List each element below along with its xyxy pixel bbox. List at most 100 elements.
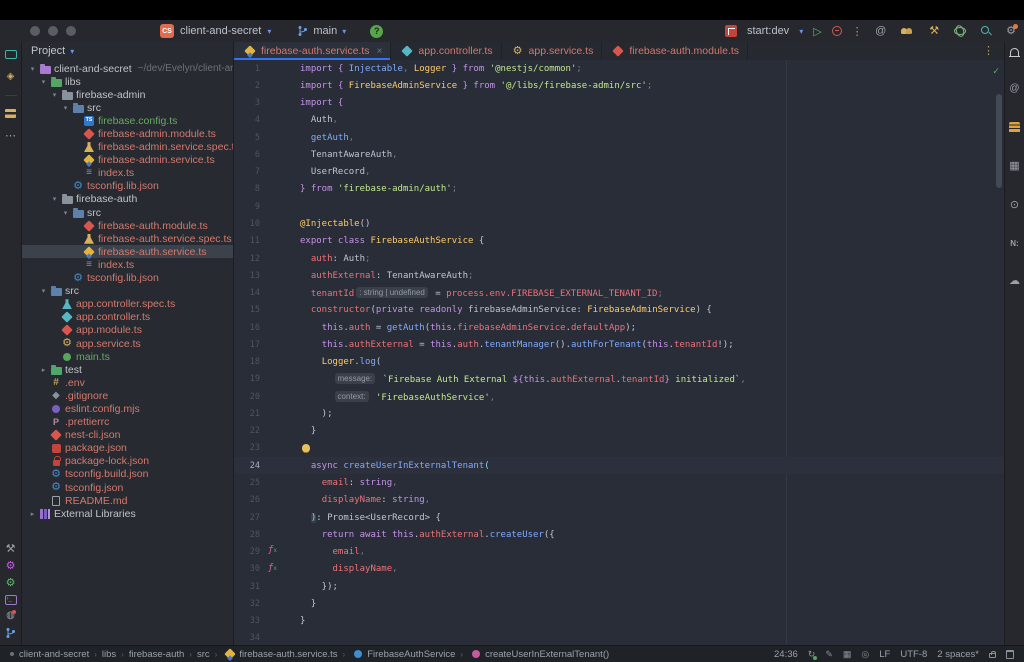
- tree-item[interactable]: ⚙tsconfig.build.json: [22, 468, 233, 481]
- tree-item[interactable]: package.json: [22, 442, 233, 455]
- breadcrumb-item[interactable]: firebase-auth.service.ts: [222, 648, 337, 660]
- help-icon[interactable]: ?: [370, 25, 383, 38]
- code-line[interactable]: 10@Injectable(): [234, 215, 1004, 232]
- related-symbol-icon[interactable]: ƒx: [268, 545, 277, 555]
- chevron-down-icon[interactable]: ▾: [799, 27, 803, 36]
- run-config-name[interactable]: start:dev: [747, 25, 789, 37]
- line-separator[interactable]: LF: [879, 649, 890, 660]
- tree-item[interactable]: ▾src: [22, 206, 233, 219]
- chevron-right-icon[interactable]: ▸: [39, 366, 48, 374]
- code-line[interactable]: 22 }: [234, 423, 1004, 440]
- editor-tab[interactable]: firebase-auth.module.ts: [602, 42, 748, 60]
- code-line[interactable]: 15 constructor(private readonly firebase…: [234, 302, 1004, 319]
- code-line[interactable]: 16 this.auth = getAuth(this.firebaseAdmi…: [234, 319, 1004, 336]
- close-window-icon[interactable]: [30, 26, 40, 36]
- code-line[interactable]: 5 getAuth,: [234, 129, 1004, 146]
- copyright-icon[interactable]: ◎: [861, 650, 869, 659]
- code-line[interactable]: 12 auth: Auth;: [234, 250, 1004, 267]
- database-tool-icon[interactable]: [1009, 122, 1020, 133]
- editor-tab[interactable]: firebase-auth.service.ts×: [234, 42, 391, 60]
- columns-icon[interactable]: ▦: [843, 650, 852, 659]
- tree-item[interactable]: #.env: [22, 376, 233, 389]
- code-line[interactable]: 20 context: 'FirebaseAuthService',: [234, 388, 1004, 405]
- tree-item[interactable]: ▾src: [22, 285, 233, 298]
- indent-style[interactable]: 2 spaces*: [937, 649, 979, 660]
- code-line[interactable]: 11export class FirebaseAuthService {: [234, 233, 1004, 250]
- code-line[interactable]: 8} from 'firebase-admin/auth';: [234, 181, 1004, 198]
- tree-item[interactable]: ▾libs: [22, 75, 233, 88]
- zoom-window-icon[interactable]: [66, 26, 76, 36]
- tree-item[interactable]: ▸External Libraries: [22, 507, 233, 520]
- tree-item[interactable]: ▾firebase-admin: [22, 88, 233, 101]
- minimize-window-icon[interactable]: [48, 26, 58, 36]
- tree-item[interactable]: firebase-admin.module.ts: [22, 127, 233, 140]
- services-tool-icon[interactable]: ⚙: [6, 561, 16, 572]
- branch-widget[interactable]: main ▾: [297, 25, 346, 37]
- profiler-atom-icon[interactable]: [954, 25, 966, 37]
- caret-position[interactable]: 24:36: [774, 649, 798, 660]
- tree-item[interactable]: app.controller.ts: [22, 311, 233, 324]
- code-line[interactable]: 1import { Injectable, Logger } from '@ne…: [234, 60, 1004, 77]
- chevron-down-icon[interactable]: ▾: [39, 287, 48, 295]
- code-line[interactable]: 4 Auth,: [234, 112, 1004, 129]
- chevron-down-icon[interactable]: ▾: [50, 91, 59, 99]
- tree-item[interactable]: ▾firebase-auth: [22, 193, 233, 206]
- project-panel-header[interactable]: Project ▾: [22, 42, 233, 60]
- debug-button[interactable]: [832, 26, 842, 36]
- code-line[interactable]: 26 displayName: string,: [234, 492, 1004, 509]
- window-controls[interactable]: [30, 26, 76, 36]
- chevron-down-icon[interactable]: ▾: [61, 209, 70, 217]
- tree-item[interactable]: firebase-auth.module.ts: [22, 219, 233, 232]
- tree-item[interactable]: ⚙tsconfig.json: [22, 481, 233, 494]
- sync-status-icon[interactable]: ↻: [808, 650, 816, 659]
- notifications-bell-icon[interactable]: [1010, 48, 1019, 56]
- more-run-options-icon[interactable]: ⋮: [852, 25, 863, 38]
- run-button[interactable]: ▷: [813, 25, 821, 38]
- breadcrumb-item[interactable]: client-and-secret: [19, 649, 89, 660]
- tree-item[interactable]: ◆.gitignore: [22, 389, 233, 402]
- breadcrumb-item[interactable]: firebase-auth: [129, 649, 184, 660]
- code-line[interactable]: 9: [234, 198, 1004, 215]
- tree-item[interactable]: ▾client-and-secret~/dev/Evelyn/client-an…: [22, 62, 233, 75]
- tree-item[interactable]: ⚙tsconfig.lib.json: [22, 272, 233, 285]
- code-line[interactable]: 7 UserRecord,: [234, 164, 1004, 181]
- chevron-down-icon[interactable]: ▾: [28, 65, 37, 73]
- code-line[interactable]: 19 message: `Firebase Auth External ${th…: [234, 371, 1004, 388]
- tree-item[interactable]: nest-cli.json: [22, 429, 233, 442]
- tree-item[interactable]: ≡index.ts: [22, 258, 233, 271]
- code-line[interactable]: 28 return await this.authExternal.create…: [234, 526, 1004, 543]
- chevron-down-icon[interactable]: ▾: [50, 195, 59, 203]
- code-line[interactable]: 34: [234, 630, 1004, 645]
- code-line[interactable]: 2import { FirebaseAdminService } from '@…: [234, 77, 1004, 94]
- code-line[interactable]: 18 Logger.log(: [234, 354, 1004, 371]
- tree-item[interactable]: eslint.config.mjs: [22, 402, 233, 415]
- tree-item[interactable]: ⚙app.service.ts: [22, 337, 233, 350]
- prettier-icon[interactable]: ✎: [825, 650, 833, 659]
- chevron-down-icon[interactable]: ▾: [61, 104, 70, 112]
- trash-icon[interactable]: [1006, 650, 1014, 659]
- project-tool-icon[interactable]: [5, 50, 17, 59]
- notifications-tool-icon[interactable]: ◍: [6, 611, 15, 621]
- chevron-right-icon[interactable]: ▸: [28, 510, 37, 518]
- tree-item[interactable]: ▸test: [22, 363, 233, 376]
- run-config-npm-icon[interactable]: [725, 25, 737, 37]
- close-tab-icon[interactable]: ×: [377, 46, 383, 57]
- code-line[interactable]: 31 });: [234, 578, 1004, 595]
- tree-item[interactable]: P.prettierrc: [22, 416, 233, 429]
- tree-item[interactable]: ⚙tsconfig.lib.json: [22, 180, 233, 193]
- tree-item[interactable]: README.md: [22, 494, 233, 507]
- code-with-me-icon[interactable]: [901, 26, 914, 36]
- code-line[interactable]: 3import {: [234, 95, 1004, 112]
- tab-options-icon[interactable]: ⋮: [983, 44, 994, 57]
- settings-gear-icon[interactable]: ⚙: [1006, 26, 1016, 37]
- code-line[interactable]: 33}: [234, 613, 1004, 630]
- lock-icon[interactable]: [989, 653, 996, 658]
- cloud-tool-icon[interactable]: ☁: [1009, 276, 1020, 287]
- code-line[interactable]: 25 email: string,: [234, 474, 1004, 491]
- code-line[interactable]: 32 }: [234, 595, 1004, 612]
- code-line[interactable]: 27 ): Promise<UserRecord> {: [234, 509, 1004, 526]
- breadcrumb-item[interactable]: src: [197, 649, 210, 660]
- ai-at-icon[interactable]: @: [875, 26, 886, 37]
- tree-item[interactable]: firebase-admin.service.spec.ts: [22, 141, 233, 154]
- tree-item[interactable]: app.controller.spec.ts: [22, 298, 233, 311]
